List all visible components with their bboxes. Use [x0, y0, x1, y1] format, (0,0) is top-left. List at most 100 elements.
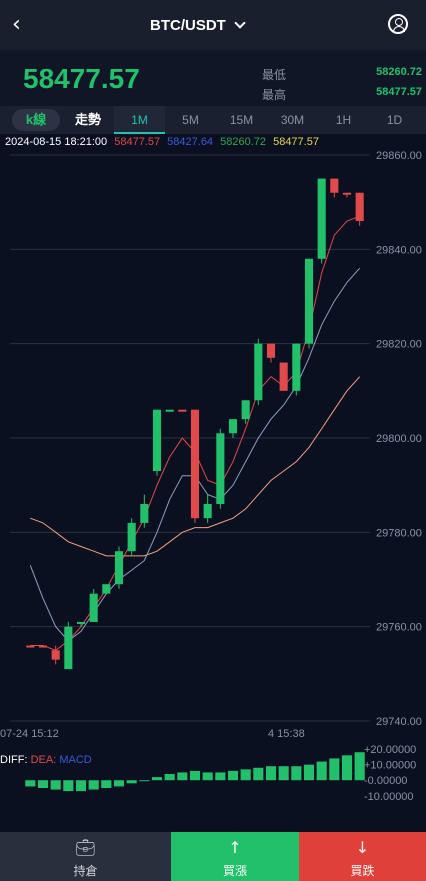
macd-panel: +20.00000 +10.00000 -0.00000 -10.00000: [0, 740, 426, 810]
macd-bar: [291, 766, 302, 781]
x-label-start: 07-24 15:12: [0, 728, 59, 740]
user-circle-icon[interactable]: [388, 14, 408, 34]
macd-bar: [139, 780, 150, 782]
back-icon[interactable]: ‹: [12, 13, 36, 37]
macd-tick-label: -0.00000: [364, 775, 407, 787]
low-value: 58260.72: [376, 66, 422, 78]
macd-bar: [278, 766, 289, 781]
macd-bar: [164, 774, 175, 781]
tab-interval-1d[interactable]: 1D: [369, 106, 420, 134]
candle-body: [342, 192, 352, 195]
candle-body: [254, 343, 263, 401]
macd-diff-label: DIFF:: [0, 754, 28, 766]
macd-bar: [215, 772, 226, 781]
macd-tick-label: -10.00000: [364, 791, 414, 803]
tab-trend[interactable]: 走勢: [66, 106, 110, 134]
candlestick-chart-svg: 29860.00 29840.00 29820.00 29800.00 29780.00…: [10, 150, 422, 728]
candle-body: [203, 504, 212, 519]
candle-body: [279, 362, 288, 391]
candlestick-chart[interactable]: 29860.00 29840.00 29820.00 29800.00 29780.00…: [0, 150, 426, 732]
candle-body: [38, 645, 48, 648]
symbol-selector[interactable]: BTC/USDT: [150, 14, 246, 36]
y-tick-label: 29820.00: [376, 339, 422, 351]
macd-dea-label: DEA:: [30, 754, 57, 766]
y-tick-label: 29860.00: [376, 150, 422, 162]
candle-body: [102, 584, 111, 594]
candle-body: [165, 409, 174, 412]
macd-bar: [341, 755, 353, 781]
macd-bar: [63, 780, 74, 792]
ohlc-open: 58477.57: [114, 136, 161, 148]
ohlc-close: 58477.57: [273, 136, 319, 148]
macd-chart-svg: +20.00000 +10.00000 -0.00000 -10.00000: [25, 744, 416, 803]
candle-body: [26, 645, 35, 648]
candle-body: [304, 258, 314, 344]
macd-bar: [37, 780, 49, 788]
candle-body: [89, 593, 98, 622]
wallet-icon: 💼︎: [75, 838, 96, 857]
price-summary: 58477.57 最低 58260.72 最高 58477.57: [0, 50, 426, 106]
macd-tick-label: +10.00000: [364, 760, 416, 772]
macd-bar: [151, 777, 163, 781]
chevron-down-icon[interactable]: [234, 17, 246, 29]
macd-bar: [75, 780, 87, 792]
y-tick-label: 29840.00: [376, 244, 422, 256]
y-tick-label: 29800.00: [376, 433, 422, 445]
macd-bar: [265, 766, 277, 781]
macd-tick-label: +20.00000: [364, 744, 416, 756]
high-label: 最高: [262, 88, 287, 102]
candle-body: [64, 626, 73, 670]
macd-header: DIFF: DEA: MACD: [0, 754, 92, 766]
macd-macd-label: MACD: [59, 754, 92, 766]
y-tick-label: 29760.00: [376, 622, 422, 634]
macd-bar: [126, 780, 137, 784]
candle-body: [216, 433, 225, 505]
macd-bar: [329, 758, 340, 781]
candle-body: [228, 419, 238, 434]
macd-bar: [189, 770, 201, 781]
candle-body: [140, 504, 149, 523]
candle-body: [114, 551, 124, 585]
chart-tabs: k線 走勢 1M 5M 15M 30M 1H 1D: [0, 106, 426, 134]
macd-bar: [25, 780, 36, 787]
ohlc-time: 2024-08-15 18:21:00: [5, 136, 108, 148]
y-tick-label: 29740.00: [376, 716, 422, 728]
last-price: 58477.57: [23, 63, 140, 94]
macd-bar: [113, 780, 125, 787]
position-label: 持倉: [73, 864, 98, 878]
macd-bar: [240, 769, 251, 781]
macd-bar: [88, 780, 99, 790]
buy-up-button[interactable]: ↑ 買漲: [171, 832, 299, 881]
macd-bar: [202, 772, 213, 781]
candle-body: [51, 650, 60, 660]
tab-kline[interactable]: k線: [12, 109, 60, 131]
buy-down-label: 買跌: [350, 864, 375, 878]
candle-body: [127, 522, 136, 552]
page-title[interactable]: BTC/USDT: [150, 17, 226, 34]
macd-bar: [177, 772, 188, 781]
buy-down-button[interactable]: ↓ 買跌: [299, 832, 426, 881]
tab-interval-1h[interactable]: 1H: [318, 106, 369, 134]
x-label-end: 4 15:38: [268, 728, 305, 740]
candle-body: [178, 409, 187, 412]
position-button[interactable]: 💼︎ 持倉: [0, 832, 171, 881]
tab-interval-1m[interactable]: 1M: [114, 106, 165, 134]
macd-bar: [101, 780, 112, 788]
macd-bar: [50, 780, 61, 790]
tab-interval-15m[interactable]: 15M: [216, 106, 267, 134]
low-label: 最低: [262, 68, 287, 82]
candle-body: [266, 343, 276, 358]
macd-bar: [303, 764, 315, 781]
candle-body: [190, 409, 200, 519]
tab-interval-30m[interactable]: 30M: [267, 106, 318, 134]
upload-arrow-icon: ↑: [228, 838, 242, 857]
macd-bar: [253, 767, 264, 781]
top-bar: ‹ BTC/USDT: [0, 0, 426, 50]
bottom-actions: 💼︎ 持倉 ↑ 買漲 ↓ 買跌: [0, 832, 426, 881]
macd-bar: [227, 770, 239, 781]
candle-body: [241, 400, 250, 420]
candle-body: [152, 409, 162, 472]
ohlc-high: 58427.64: [167, 136, 214, 148]
tab-interval-5m[interactable]: 5M: [165, 106, 216, 134]
candle-body: [355, 192, 364, 222]
